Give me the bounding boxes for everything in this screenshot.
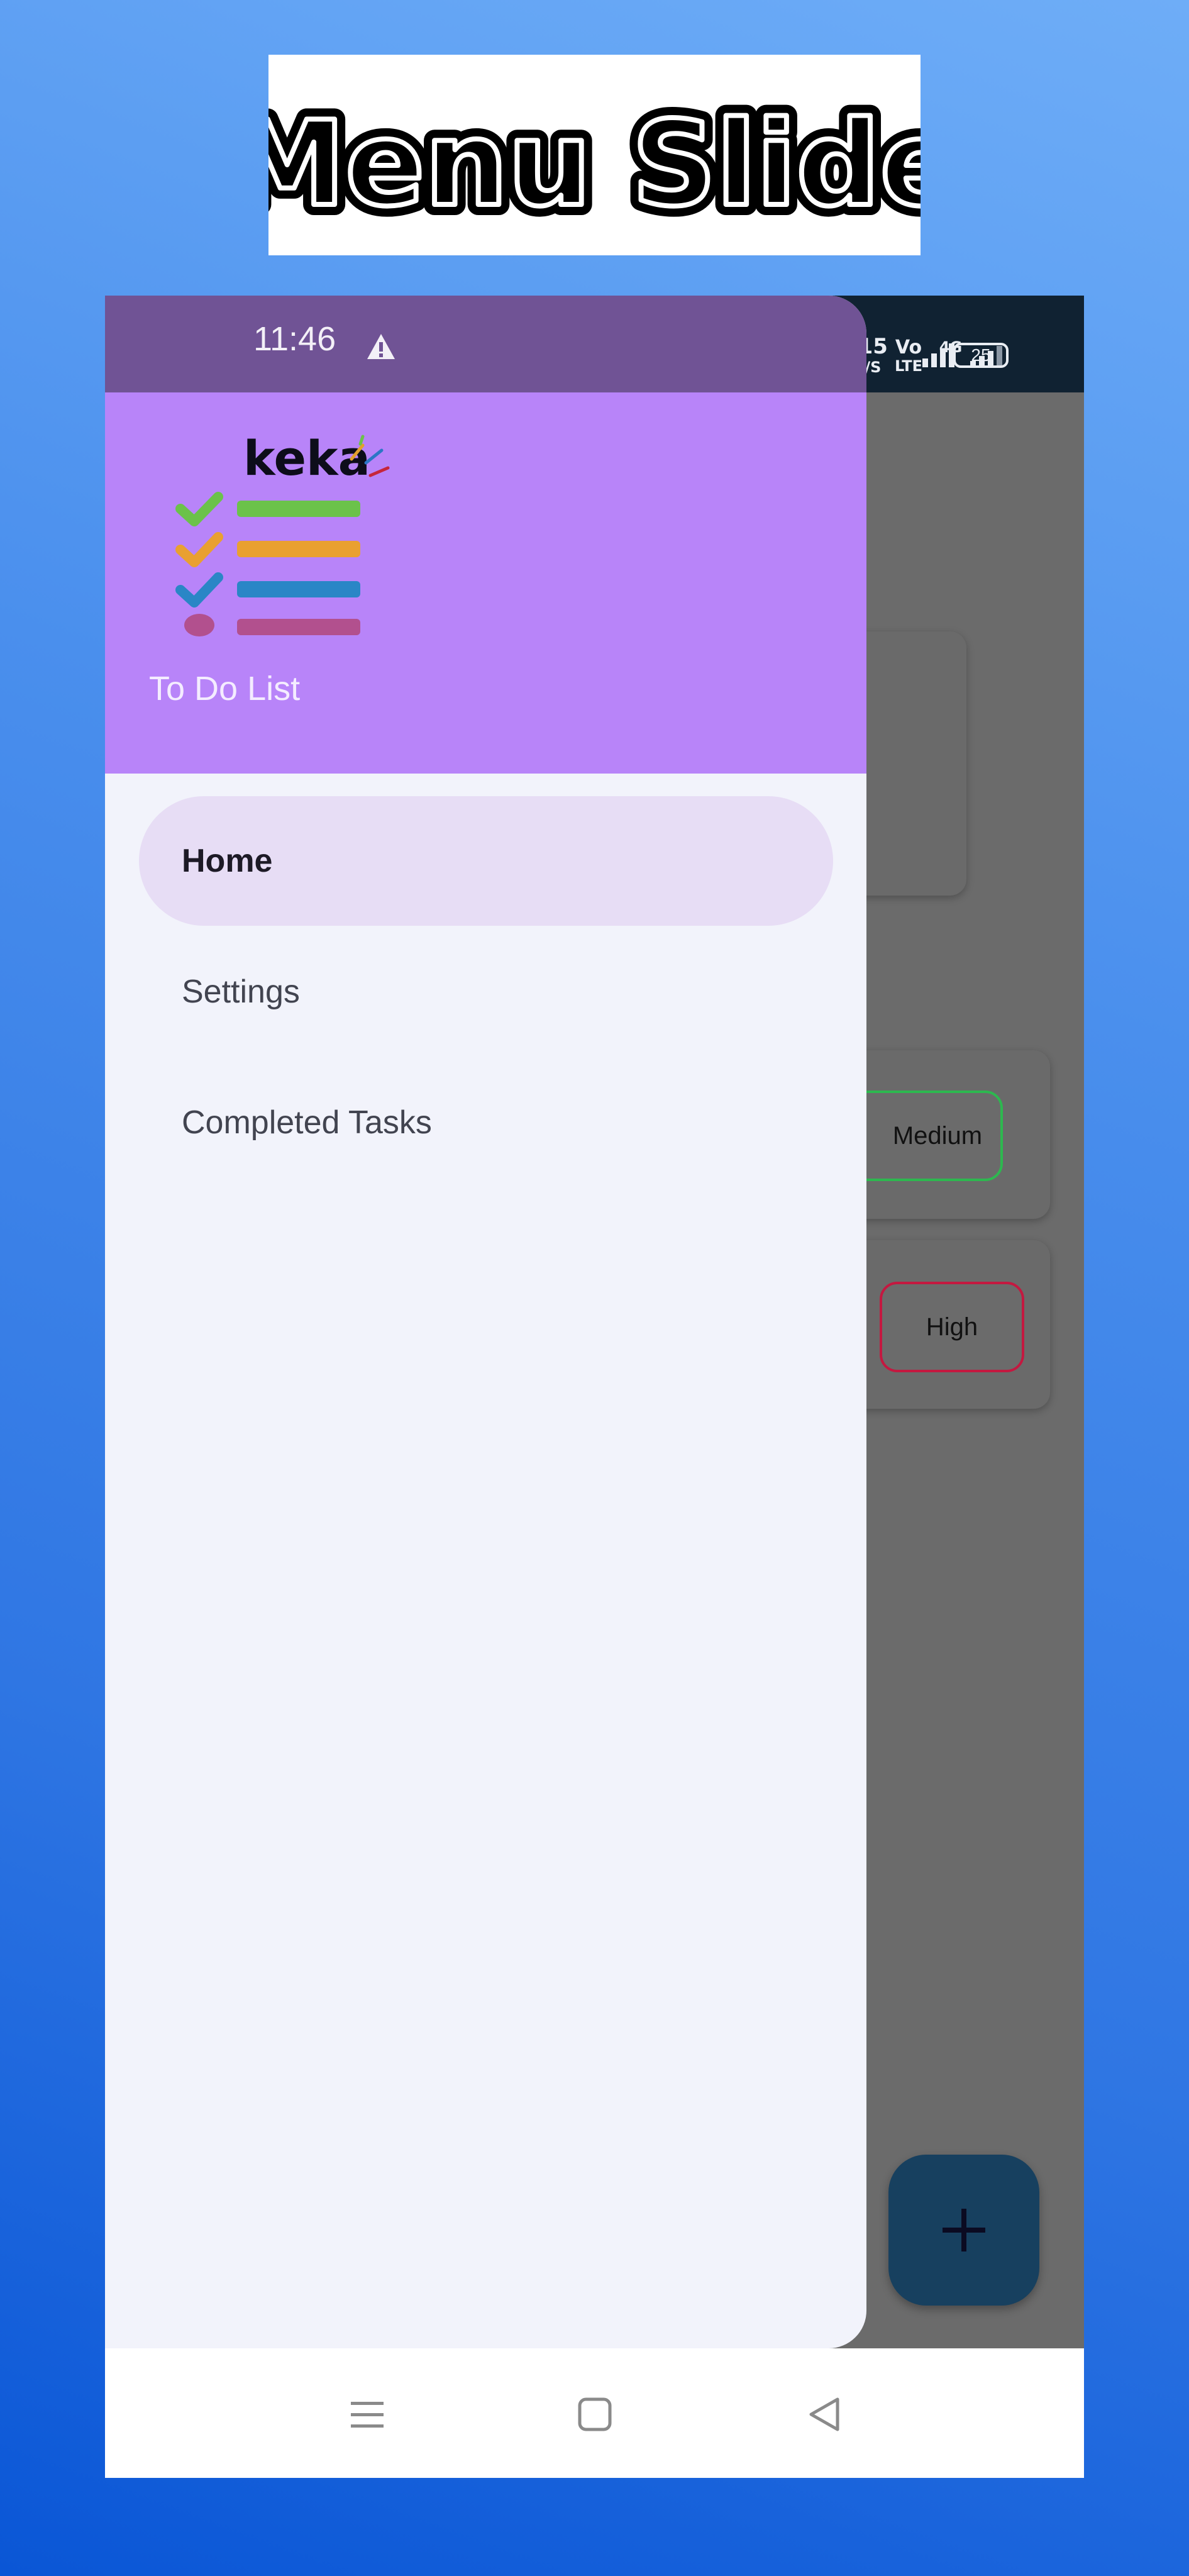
banner-title-svg: Menu Slide Menu Slide [268,85,921,243]
checklist-graphic [175,435,390,636]
phone-screen: 0.15 KB/S Vo LTE 4G 25 Medium High [105,296,1084,2478]
navigation-drawer: 11:46 keka To Do List Home Settings Comp… [105,296,866,2348]
drawer-header: keka To Do List [105,392,866,774]
home-button[interactable] [567,2386,623,2443]
drawer-item-settings[interactable]: Settings [139,927,833,1057]
plus-icon [943,2209,985,2251]
drawer-item-label: Home [182,843,273,879]
status-time: 11:46 [253,320,336,358]
drawer-item-completed-tasks[interactable]: Completed Tasks [139,1058,833,1187]
drawer-item-home[interactable]: Home [139,796,833,926]
priority-chip-label: Medium [892,1121,983,1150]
drawer-item-label: Completed Tasks [182,1104,432,1141]
back-button[interactable] [797,2386,853,2443]
app-logo: keka [174,430,501,682]
banner-title: Menu Slide [268,96,921,232]
battery-level: 25 [971,345,991,365]
drawer-status-bar: 11:46 [105,296,866,392]
recents-button[interactable] [339,2386,395,2443]
warning-icon [367,334,395,359]
priority-chip-label: High [926,1313,978,1341]
menu-icon [351,2402,384,2428]
priority-chip-high[interactable]: High [880,1282,1024,1372]
back-triangle-icon [809,2397,839,2431]
battery-icon: 25 [953,343,1009,368]
drawer-app-name: To Do List [149,670,301,708]
system-nav-bar [105,2348,1084,2478]
drawer-item-label: Settings [182,974,300,1010]
home-square-icon [578,2397,612,2431]
add-task-button[interactable] [888,2155,1039,2306]
title-banner: Menu Slide Menu Slide [268,55,921,255]
